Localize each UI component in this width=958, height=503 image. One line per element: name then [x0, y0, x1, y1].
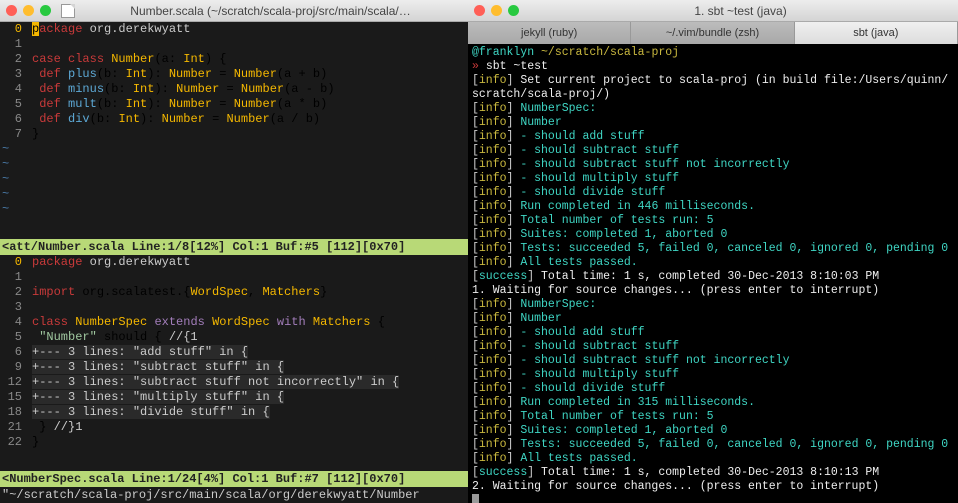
- zoom-icon[interactable]: [40, 5, 51, 16]
- empty-line-tilde: ~: [2, 142, 468, 157]
- file-icon: [61, 4, 75, 18]
- line-number: 2: [0, 52, 22, 67]
- code-line[interactable]: 0package org.derekwyatt: [0, 22, 468, 37]
- line-number: 12: [0, 375, 22, 390]
- status-bar-top: <att/Number.scala Line:1/8[12%] Col:1 Bu…: [0, 239, 468, 255]
- traffic-lights: [474, 5, 519, 16]
- line-number: 3: [0, 67, 22, 82]
- code-line[interactable]: 1: [0, 37, 468, 52]
- line-number: 4: [0, 82, 22, 97]
- empty-line-tilde: ~: [2, 202, 468, 217]
- line-number: 5: [0, 97, 22, 112]
- editor-titlebar[interactable]: Number.scala (~/scratch/scala-proj/src/m…: [0, 0, 468, 22]
- code-line[interactable]: 9+--- 3 lines: "subtract stuff" in {: [0, 360, 468, 375]
- code-line[interactable]: 22}: [0, 435, 468, 450]
- code-line[interactable]: 12+--- 3 lines: "subtract stuff not inco…: [0, 375, 468, 390]
- editor-window: Number.scala (~/scratch/scala-proj/src/m…: [0, 0, 468, 503]
- line-number: 6: [0, 112, 22, 127]
- terminal-tab[interactable]: jekyll (ruby): [468, 22, 631, 44]
- code-line[interactable]: 5 def mult(b: Int): Number = Number(a * …: [0, 97, 468, 112]
- editor-pane-bottom[interactable]: 0package org.derekwyatt12import org.scal…: [0, 255, 468, 472]
- window-title: 1. sbt ~test (java): [529, 4, 952, 18]
- line-number: 7: [0, 127, 22, 142]
- terminal-window: 1. sbt ~test (java) jekyll (ruby)~/.vim/…: [468, 0, 958, 503]
- line-number: 2: [0, 285, 22, 300]
- line-number: 9: [0, 360, 22, 375]
- line-number: 18: [0, 405, 22, 420]
- code-line[interactable]: 15+--- 3 lines: "multiply stuff" in {: [0, 390, 468, 405]
- editor-pane-top[interactable]: 0package org.derekwyatt12case class Numb…: [0, 22, 468, 239]
- line-number: 3: [0, 300, 22, 315]
- traffic-lights: [6, 5, 51, 16]
- close-icon[interactable]: [6, 5, 17, 16]
- code-line[interactable]: 4class NumberSpec extends WordSpec with …: [0, 315, 468, 330]
- code-line[interactable]: 4 def minus(b: Int): Number = Number(a -…: [0, 82, 468, 97]
- line-number: 1: [0, 270, 22, 285]
- prompt-path: ~/scratch/scala-proj: [541, 46, 679, 59]
- empty-line-tilde: ~: [2, 172, 468, 187]
- empty-line-tilde: ~: [2, 187, 468, 202]
- code-line[interactable]: 7}: [0, 127, 468, 142]
- zoom-icon[interactable]: [508, 5, 519, 16]
- window-title: Number.scala (~/scratch/scala-proj/src/m…: [79, 4, 462, 18]
- code-line[interactable]: 18+--- 3 lines: "divide stuff" in {: [0, 405, 468, 420]
- terminal-output[interactable]: @franklyn ~/scratch/scala-proj » sbt ~te…: [468, 44, 958, 503]
- code-line[interactable]: 6 def div(b: Int): Number = Number(a / b…: [0, 112, 468, 127]
- line-number: 0: [0, 255, 22, 270]
- terminal-cursor: [472, 494, 479, 503]
- code-line[interactable]: 21 } //}1: [0, 420, 468, 435]
- line-number: 5: [0, 330, 22, 345]
- code-line[interactable]: 1: [0, 270, 468, 285]
- terminal-titlebar[interactable]: 1. sbt ~test (java): [468, 0, 958, 22]
- terminal-tab[interactable]: sbt (java): [795, 22, 958, 44]
- code-line[interactable]: 6+--- 3 lines: "add stuff" in {: [0, 345, 468, 360]
- code-line[interactable]: 2case class Number(a: Int) {: [0, 52, 468, 67]
- line-number: 0: [0, 22, 22, 37]
- empty-line-tilde: ~: [2, 157, 468, 172]
- command-text: sbt ~test: [486, 60, 548, 73]
- line-number: 1: [0, 37, 22, 52]
- line-number: 4: [0, 315, 22, 330]
- line-number: 15: [0, 390, 22, 405]
- prompt-user: @franklyn: [472, 46, 534, 59]
- code-line[interactable]: 3 def plus(b: Int): Number = Number(a + …: [0, 67, 468, 82]
- status-bar-bottom: <NumberSpec.scala Line:1/24[4%] Col:1 Bu…: [0, 471, 468, 487]
- code-line[interactable]: 0package org.derekwyatt: [0, 255, 468, 270]
- code-line[interactable]: 3: [0, 300, 468, 315]
- prompt-symbol: »: [472, 60, 479, 73]
- close-icon[interactable]: [474, 5, 485, 16]
- line-number: 22: [0, 435, 22, 450]
- line-number: 21: [0, 420, 22, 435]
- terminal-tabbar: jekyll (ruby)~/.vim/bundle (zsh)sbt (jav…: [468, 22, 958, 44]
- code-line[interactable]: 5 "Number" should { //{1: [0, 330, 468, 345]
- vim-command-line[interactable]: "~/scratch/scala-proj/src/main/scala/org…: [0, 487, 468, 503]
- line-number: 6: [0, 345, 22, 360]
- terminal-tab[interactable]: ~/.vim/bundle (zsh): [631, 22, 794, 44]
- minimize-icon[interactable]: [491, 5, 502, 16]
- code-line[interactable]: 2import org.scalatest.{WordSpec, Matcher…: [0, 285, 468, 300]
- minimize-icon[interactable]: [23, 5, 34, 16]
